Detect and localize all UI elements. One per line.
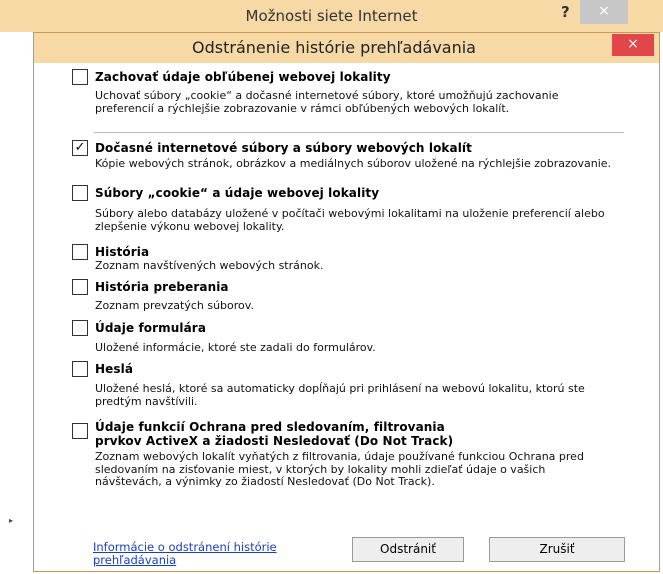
option-title[interactable]: Údaje formulára (95, 321, 206, 335)
checkbox-tracking-protection[interactable] (72, 423, 88, 439)
outer-close-button[interactable]: × (580, 0, 628, 24)
delete-history-dialog: Odstránenie histórie prehľadávania × Zac… (33, 32, 660, 572)
checkbox-favorites-data[interactable] (72, 69, 88, 85)
option-title[interactable]: Súbory „cookie“ a údaje webovej lokality (95, 186, 379, 200)
delete-history-help-link[interactable]: Informácie o odstránení histórie prehľad… (93, 541, 343, 567)
checkbox-download-history[interactable] (72, 279, 88, 295)
dialog-titlebar: Odstránenie histórie prehľadávania × (34, 33, 659, 63)
cancel-button[interactable]: Zrušiť (489, 537, 625, 562)
cursor-mark-icon: ▸ (9, 516, 14, 525)
dialog-close-button[interactable]: × (612, 34, 654, 56)
option-description: Zoznam prevzatých súborov. (95, 299, 254, 312)
option-description: Zoznam webových lokalít vyňatých z filtr… (95, 450, 584, 488)
checkbox-cookies[interactable] (72, 185, 88, 201)
help-icon[interactable]: ? (561, 3, 570, 21)
outer-titlebar: Možnosti siete Internet ? × (0, 0, 663, 32)
checkbox-history[interactable] (72, 244, 88, 260)
separator (94, 132, 624, 133)
option-description: Uložené heslá, ktoré sa automaticky dopĺ… (95, 382, 585, 408)
option-title[interactable]: Údaje funkcií Ochrana pred sledovaním, f… (95, 420, 475, 448)
option-title[interactable]: Zachovať údaje obľúbenej webovej lokalit… (95, 70, 391, 84)
option-title[interactable]: História (95, 245, 149, 259)
option-title[interactable]: Dočasné internetové súbory a súbory webo… (95, 141, 472, 155)
checkbox-form-data[interactable] (72, 320, 88, 336)
delete-button[interactable]: Odstrániť (352, 537, 464, 562)
option-description: Súbory alebo databázy uložené v počítači… (95, 207, 605, 233)
option-title[interactable]: Heslá (95, 362, 133, 376)
option-description: Uchovať súbory „cookie“ a dočasné intern… (95, 89, 559, 115)
option-title[interactable]: História preberania (95, 280, 229, 294)
checkbox-passwords[interactable] (72, 361, 88, 377)
option-description: Kópie webových stránok, obrázkov a mediá… (95, 157, 612, 170)
option-description: Zoznam navštívených webových stránok. (95, 259, 324, 272)
option-description: Uložené informácie, ktoré ste zadali do … (95, 341, 376, 354)
checkbox-temp-files[interactable]: ✓ (72, 140, 88, 156)
dialog-title: Odstránenie histórie prehľadávania (192, 38, 476, 57)
